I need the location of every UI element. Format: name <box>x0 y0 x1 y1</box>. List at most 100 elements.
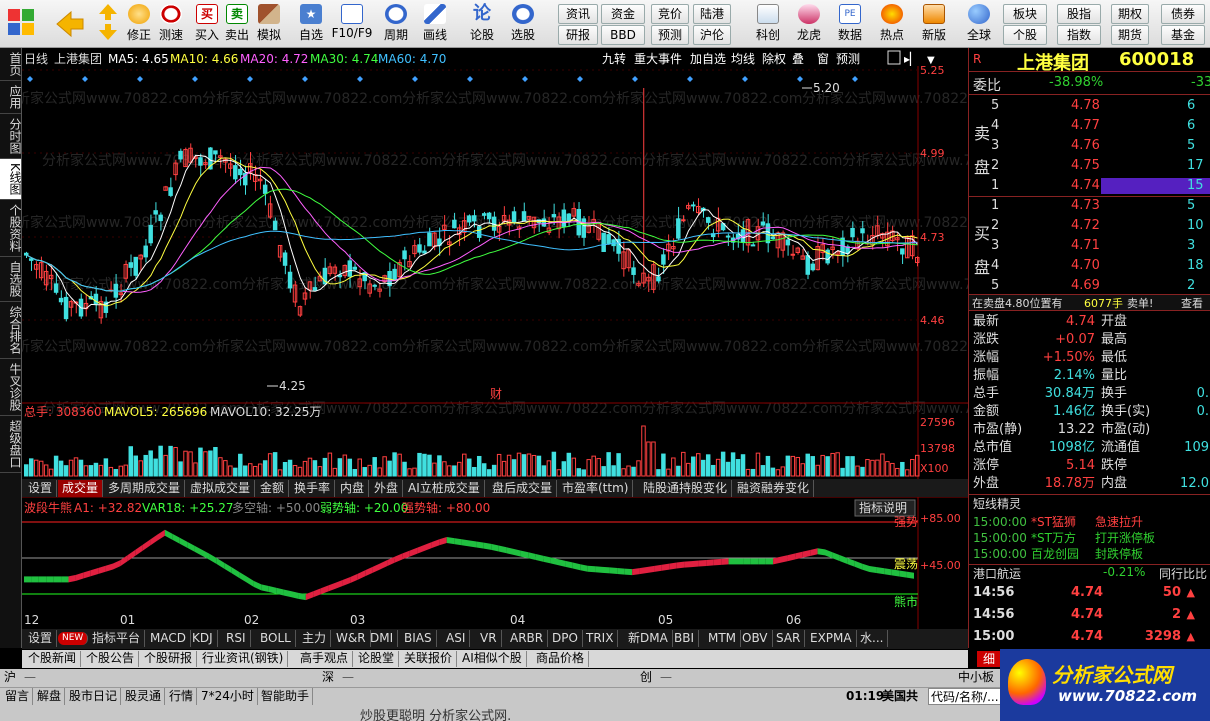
quick-button-0[interactable]: 资讯 <box>558 4 598 24</box>
ind-tab-11[interactable]: ASI <box>442 630 471 647</box>
ind-tab-12[interactable]: VR <box>476 630 502 647</box>
event-marker-icon[interactable] <box>797 76 803 82</box>
stock-picker-button[interactable]: 选股 <box>505 2 541 46</box>
bid-row[interactable]: 1 4.73 5 <box>969 197 1210 215</box>
ind-tab-13[interactable]: ARBR <box>506 630 549 647</box>
news-tab-0[interactable]: 个股新闻 <box>24 651 82 667</box>
ind-tab-6[interactable]: BOLL <box>256 630 296 647</box>
ind-tab-17[interactable]: BBI <box>670 630 700 647</box>
ind-tab-18[interactable]: MTM <box>704 630 742 647</box>
forum-button[interactable]: 论论股 <box>464 2 500 46</box>
short-row[interactable]: 15:00:00 *ST万方 打开涨停板 <box>969 530 1210 546</box>
vol-tab-9[interactable]: 盘后成交量 <box>488 480 558 497</box>
event-marker-icon[interactable] <box>852 76 858 82</box>
app-logo-icon[interactable] <box>4 2 40 46</box>
sell-button[interactable]: 卖卖出 <box>223 2 251 46</box>
dragon-tiger-button[interactable]: 龙虎 <box>793 2 825 46</box>
market-label-2[interactable]: 创 <box>640 669 652 686</box>
news-tab-1[interactable]: 个股公告 <box>82 651 140 667</box>
event-marker-icon[interactable] <box>137 76 143 82</box>
chart-tool-button-3[interactable]: 均线 <box>731 52 755 66</box>
news-tab-8[interactable]: 商品价格 <box>532 651 590 667</box>
ind-tab-0[interactable]: 设置 <box>24 630 58 647</box>
status-button-3[interactable]: 股灵通 <box>122 688 166 705</box>
data-button[interactable]: PE 数据 <box>834 2 866 46</box>
status-button-4[interactable]: 行情 <box>166 688 198 705</box>
detail-tab[interactable]: 细 <box>977 651 1001 667</box>
vol-tab-5[interactable]: 换手率 <box>290 480 336 497</box>
ask-row[interactable]: 1 4.74 15 <box>969 177 1210 195</box>
new-version-button[interactable]: 新版 <box>918 2 950 46</box>
vol-tab-6[interactable]: 内盘 <box>336 480 370 497</box>
ind-tab-15[interactable]: TRIX <box>582 630 619 647</box>
market-label-3[interactable]: 中小板 <box>958 669 994 686</box>
quick-button-b6[interactable]: 期货 <box>1111 25 1149 45</box>
lock-icon[interactable] <box>887 50 901 65</box>
chart-tool-button-6[interactable]: 窗 <box>817 52 829 66</box>
bid-row[interactable]: 5 4.69 2 <box>969 277 1210 295</box>
vol-tab-7[interactable]: 外盘 <box>370 480 404 497</box>
status-button-0[interactable]: 留言 <box>2 688 34 705</box>
left-tab-2[interactable]: 分时图 <box>0 114 22 159</box>
ind-tab-1[interactable]: NEW <box>58 632 89 645</box>
ind-tab-20[interactable]: SAR <box>772 630 806 647</box>
left-tab-3[interactable]: K线图 <box>0 159 22 200</box>
event-marker-icon[interactable] <box>522 76 528 82</box>
quick-button-2[interactable]: 竞价 <box>651 4 689 24</box>
back-arrow-icon[interactable] <box>50 2 90 46</box>
event-marker-icon[interactable] <box>577 76 583 82</box>
ind-tab-19[interactable]: OBV <box>738 630 773 647</box>
next-icon[interactable]: ▸▏ <box>904 51 919 66</box>
event-marker-icon[interactable] <box>27 76 33 82</box>
ind-tab-22[interactable]: 水... <box>856 630 889 647</box>
ind-tab-16[interactable]: 新DMA <box>624 630 673 647</box>
bid-row[interactable]: 4 4.70 18 <box>969 257 1210 275</box>
f10-button[interactable]: F10/F9 <box>331 2 373 46</box>
event-marker-icon[interactable] <box>467 76 473 82</box>
simulate-button[interactable]: 模拟 <box>253 2 285 46</box>
quick-button-b3[interactable]: 沪伦 <box>693 25 731 45</box>
news-tab-7[interactable]: AI相似个股 <box>458 651 527 667</box>
ind-tab-4[interactable]: KDJ <box>188 630 218 647</box>
chart-tool-button-5[interactable]: 叠 <box>792 52 804 66</box>
vol-tab-11[interactable]: 陆股通持股变化 <box>639 480 733 497</box>
vol-tab-2[interactable]: 多周期成交量 <box>104 480 186 497</box>
ask-row[interactable]: 5 4.78 6 <box>969 97 1210 115</box>
vol-tab-4[interactable]: 金额 <box>256 480 290 497</box>
period-button[interactable]: 周期 <box>378 2 414 46</box>
quick-button-b1[interactable]: BBD <box>601 25 645 45</box>
draw-line-button[interactable]: 画线 <box>418 2 452 46</box>
vol-tab-8[interactable]: AI立桩成交量 <box>404 480 485 497</box>
event-marker-icon[interactable] <box>82 76 88 82</box>
ind-tab-5[interactable]: RSI <box>222 630 251 647</box>
nav-updown-icon[interactable] <box>96 2 120 46</box>
news-tab-3[interactable]: 行业资讯(钢铁) <box>198 651 289 667</box>
ind-tab-9[interactable]: DMI <box>366 630 399 647</box>
ind-tab-7[interactable]: 主力 <box>298 630 332 647</box>
event-marker-icon[interactable] <box>357 76 363 82</box>
vol-tab-3[interactable]: 虚拟成交量 <box>186 480 256 497</box>
hot-button[interactable]: 热点 <box>876 2 908 46</box>
quick-button-1[interactable]: 资金 <box>601 4 645 24</box>
event-marker-icon[interactable] <box>302 76 308 82</box>
event-marker-icon[interactable] <box>192 76 198 82</box>
news-tab-6[interactable]: 关联报价 <box>400 651 458 667</box>
event-marker-icon[interactable] <box>687 76 693 82</box>
region-label[interactable]: 美国共 <box>882 688 918 705</box>
news-tab-5[interactable]: 论股堂 <box>354 651 400 667</box>
chart-tool-button-2[interactable]: 加自选 <box>690 52 726 66</box>
quick-button-6[interactable]: 期权 <box>1111 4 1149 24</box>
ask-row[interactable]: 4 4.77 6 <box>969 117 1210 135</box>
watchlist-button[interactable]: ★ 自选 <box>294 2 328 46</box>
left-tab-4[interactable]: 个股资料 <box>0 200 22 257</box>
ind-tab-21[interactable]: EXPMA <box>806 630 857 647</box>
ind-tab-3[interactable]: MACD <box>146 630 191 647</box>
vol-tab-1[interactable]: 成交量 <box>58 480 104 497</box>
event-marker-icon[interactable] <box>742 76 748 82</box>
status-button-2[interactable]: 股市日记 <box>66 688 122 705</box>
kline-chart-area[interactable]: 分析家公式网www.70822.com 分析家公式网www.70822.com 分析… <box>2 48 1042 633</box>
vol-tab-0[interactable]: 设置 <box>24 480 58 497</box>
news-tab-4[interactable]: 高手观点 <box>296 651 354 667</box>
global-button[interactable]: 全球 <box>962 2 996 46</box>
chart-tool-button-7[interactable]: 预测 <box>836 52 860 66</box>
